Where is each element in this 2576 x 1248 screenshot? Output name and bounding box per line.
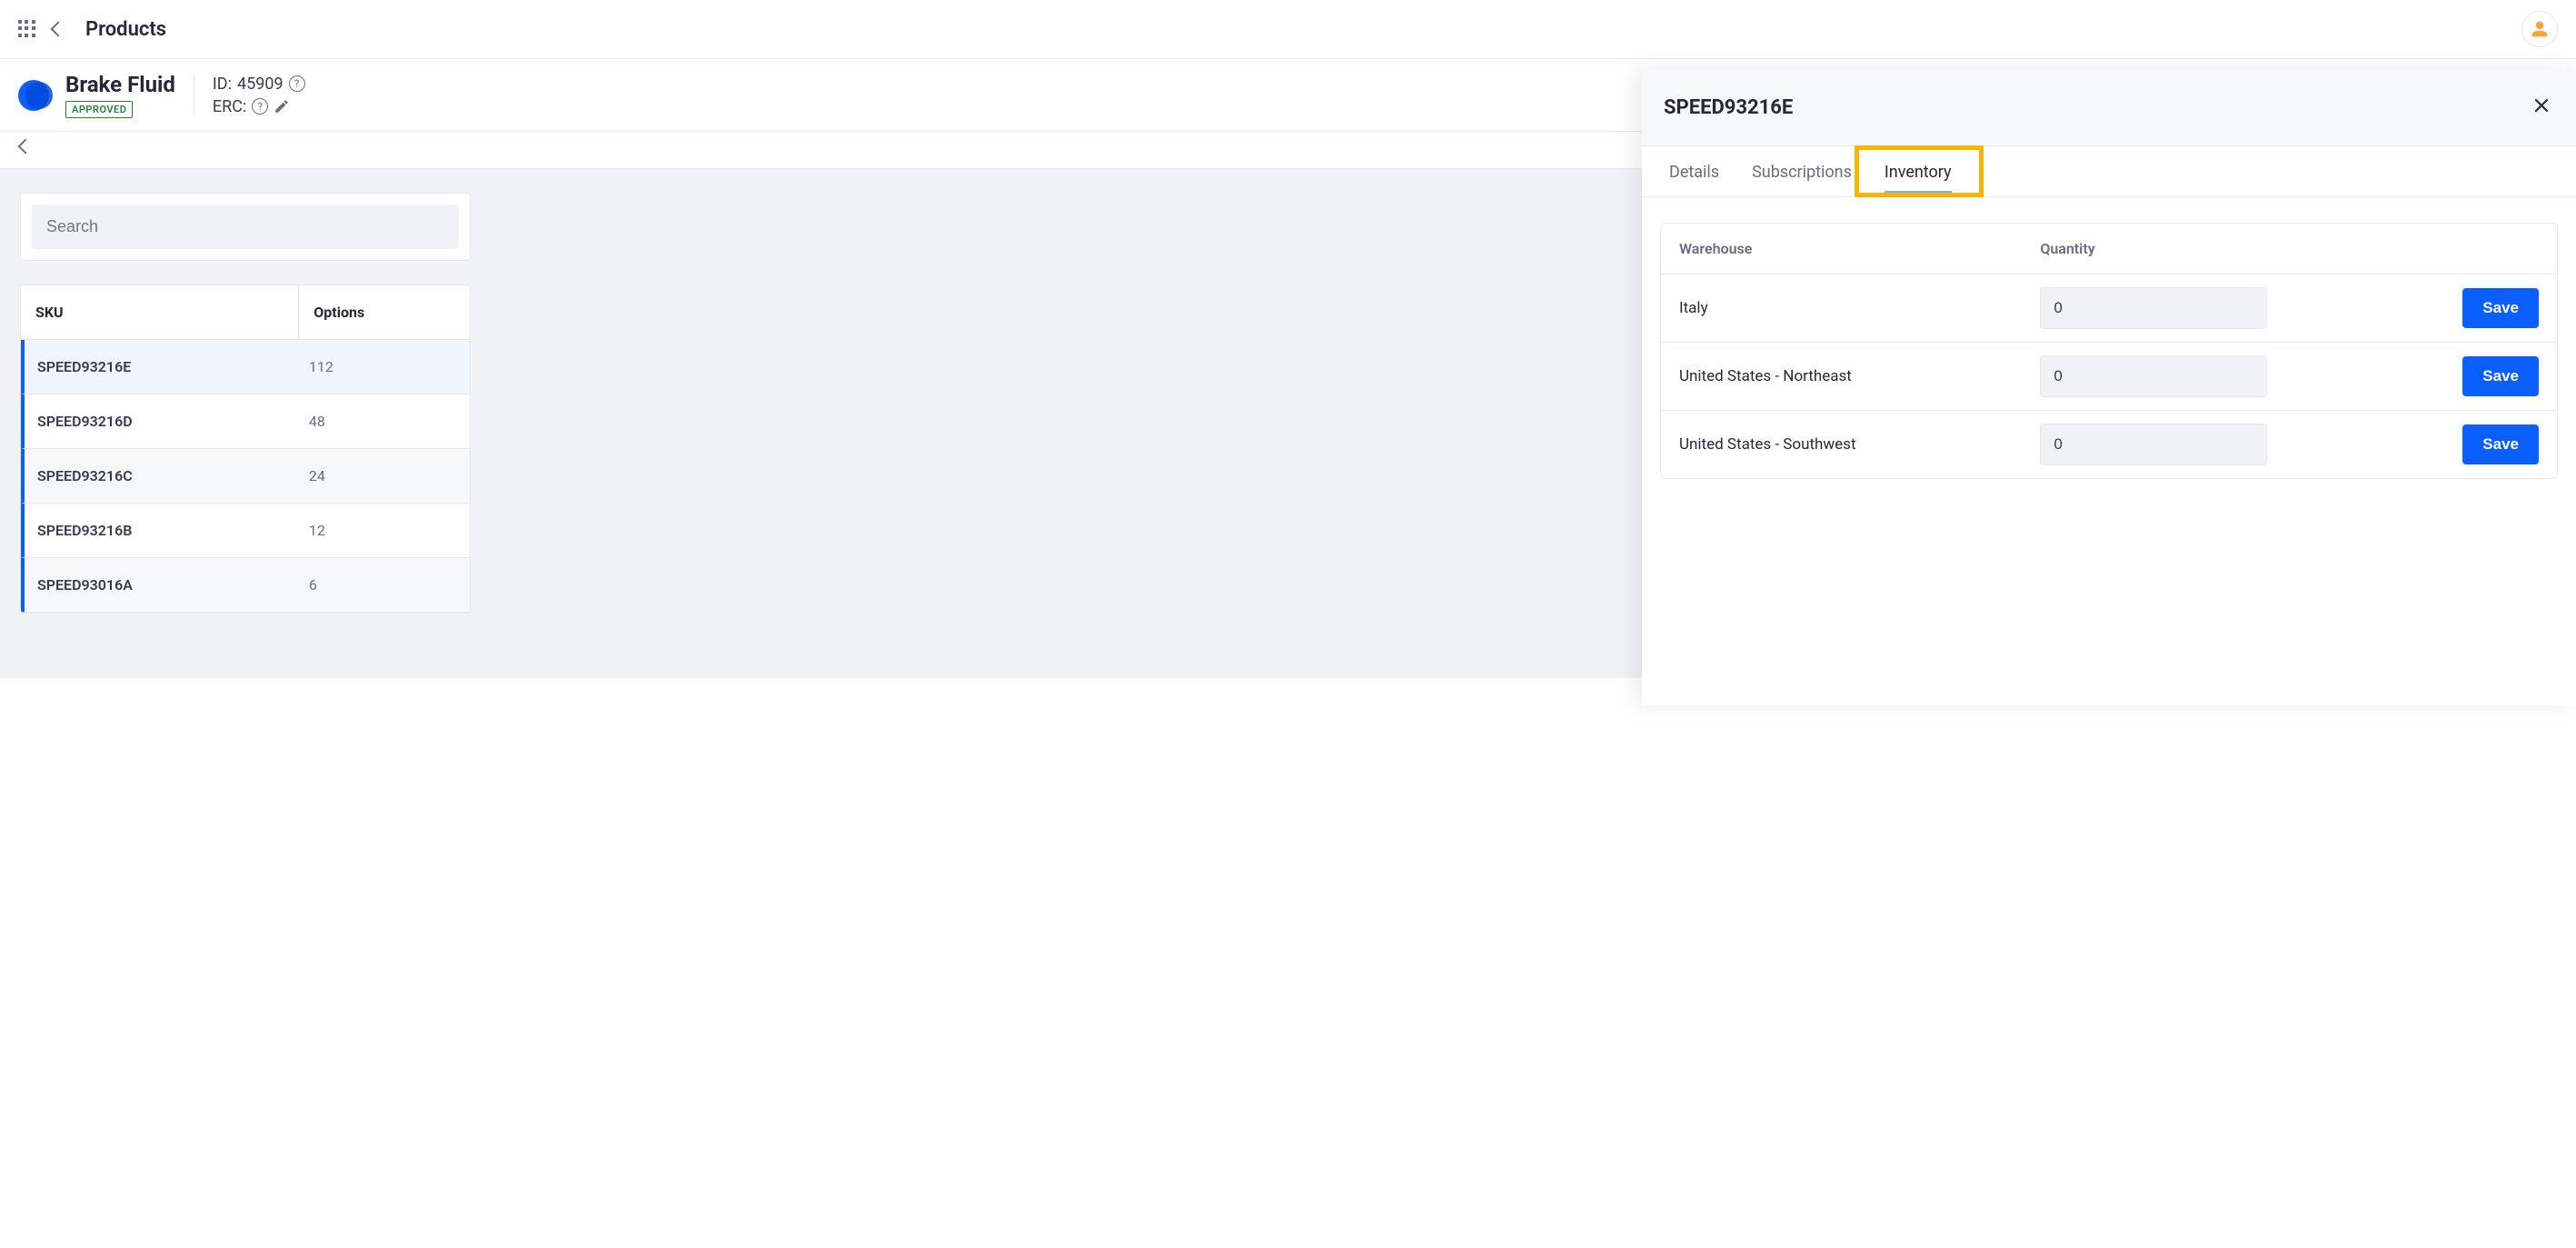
warehouse-cell: United States - Northeast — [1679, 367, 2040, 385]
quantity-header: Quantity — [2040, 240, 2350, 257]
table-row[interactable]: SPEED93016A6 — [21, 558, 470, 613]
erc-label: ERC: — [213, 97, 246, 116]
table-row[interactable]: SPEED93216E112 — [21, 340, 470, 394]
product-logo-icon — [18, 78, 53, 113]
user-icon — [2531, 20, 2549, 38]
quantity-input[interactable] — [2040, 424, 2267, 465]
search-input[interactable] — [32, 205, 459, 249]
panel-tabs: Details Subscriptions Inventory — [1642, 146, 2576, 197]
options-cell: 24 — [296, 449, 470, 503]
page-title: Products — [85, 18, 166, 41]
detail-panel: SPEED93216E Details Subscriptions Invent… — [1642, 69, 2576, 705]
inventory-header: Warehouse Quantity — [1661, 224, 2557, 275]
help-icon[interactable]: ? — [289, 75, 305, 92]
options-cell: 12 — [296, 504, 470, 557]
inventory-row: Italy Save — [1661, 275, 2557, 343]
sku-cell: SPEED93016A — [25, 558, 296, 612]
sku-table: SKU Options SPEED93216E112SPEED93216D48S… — [20, 285, 471, 614]
sku-cell: SPEED93216C — [25, 449, 296, 503]
quantity-input[interactable] — [2040, 287, 2267, 329]
tab-inventory[interactable]: Inventory — [1870, 146, 1966, 196]
status-badge: APPROVED — [65, 101, 133, 118]
tab-details[interactable]: Details — [1655, 146, 1734, 196]
sku-cell: SPEED93216B — [25, 504, 296, 557]
product-meta: ID: 45909 ? ERC: ? — [213, 75, 305, 116]
options-cell: 6 — [296, 558, 470, 612]
inventory-row: United States - Southwest Save — [1661, 411, 2557, 478]
left-panel: SKU Options SPEED93216E112SPEED93216D48S… — [0, 193, 491, 614]
options-cell: 48 — [296, 394, 470, 448]
id-value: 45909 — [237, 75, 283, 94]
content-area: SKU Options SPEED93216E112SPEED93216D48S… — [0, 169, 2576, 678]
sku-header-options: Options — [299, 285, 470, 339]
options-cell: 112 — [296, 340, 470, 394]
warehouse-cell: Italy — [1679, 299, 2040, 317]
tab-subscriptions[interactable]: Subscriptions — [1737, 146, 1866, 196]
pencil-icon[interactable] — [274, 98, 290, 115]
user-avatar[interactable] — [2521, 11, 2558, 47]
table-row[interactable]: SPEED93216C24 — [21, 449, 470, 504]
apps-menu-icon[interactable] — [18, 20, 36, 38]
sku-cell: SPEED93216E — [25, 340, 296, 394]
panel-title: SPEED93216E — [1664, 96, 1793, 119]
product-name: Brake Fluid — [65, 72, 175, 97]
save-button[interactable]: Save — [2462, 424, 2539, 464]
inventory-row: United States - Northeast Save — [1661, 343, 2557, 411]
table-row[interactable]: SPEED93216D48 — [21, 394, 470, 449]
back-button[interactable] — [51, 22, 66, 37]
sku-header-sku: SKU — [21, 285, 299, 339]
close-icon — [2532, 96, 2551, 115]
panel-header: SPEED93216E — [1642, 69, 2576, 146]
warehouse-cell: United States - Southwest — [1679, 435, 2040, 454]
inventory-table: Warehouse Quantity ItalySaveUnited State… — [1660, 223, 2558, 479]
id-label: ID: — [213, 75, 232, 94]
warehouse-header: Warehouse — [1679, 240, 2040, 257]
search-wrapper — [20, 193, 471, 261]
sku-table-header: SKU Options — [21, 285, 470, 340]
quantity-input[interactable] — [2040, 355, 2267, 397]
panel-body: Warehouse Quantity ItalySaveUnited State… — [1642, 197, 2576, 504]
sub-back-button[interactable] — [18, 139, 34, 155]
close-button[interactable] — [2529, 93, 2554, 122]
save-button[interactable]: Save — [2462, 288, 2539, 328]
save-button[interactable]: Save — [2462, 356, 2539, 396]
help-icon[interactable]: ? — [252, 98, 268, 115]
product-name-block: Brake Fluid APPROVED — [65, 72, 175, 118]
sku-cell: SPEED93216D — [25, 394, 296, 448]
table-row[interactable]: SPEED93216B12 — [21, 504, 470, 558]
top-bar: Products — [0, 0, 2576, 59]
